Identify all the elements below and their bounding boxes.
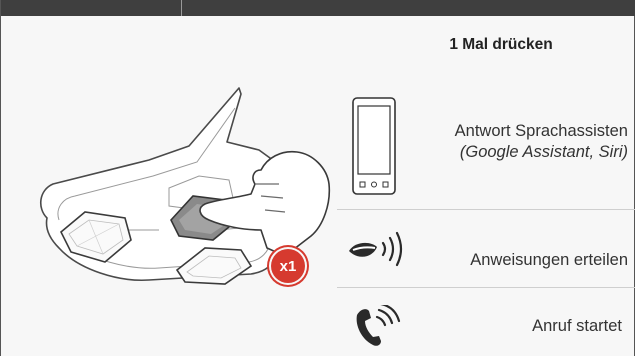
- row-call-starts: Anruf startet: [532, 316, 622, 337]
- divider-1: [337, 209, 635, 210]
- row-call-starts-label: Anruf startet: [532, 317, 622, 335]
- row-voice-assistant-sublabel: (Google Assistant, Siri): [459, 143, 628, 161]
- instruction-title: 1 Mal drücken: [449, 36, 553, 53]
- row-voice-assistant-label: Antwort Sprachassisten: [454, 122, 628, 140]
- row-give-commands: Anweisungen erteilen: [470, 250, 628, 271]
- row-voice-assistant: Antwort Sprachassisten (Google Assistant…: [455, 121, 628, 163]
- top-bar: [1, 0, 635, 16]
- smartphone-icon: [352, 97, 396, 195]
- top-bar-divider: [181, 0, 182, 16]
- press-count-badge: x1: [271, 249, 305, 283]
- phone-call-icon: [356, 305, 401, 346]
- row-give-commands-label: Anweisungen erteilen: [470, 251, 628, 269]
- instruction-panel: x1 1 Mal drücken Antwort Sprachassisten …: [0, 0, 635, 356]
- divider-2: [337, 287, 635, 288]
- speaking-mouth-icon: [349, 231, 403, 267]
